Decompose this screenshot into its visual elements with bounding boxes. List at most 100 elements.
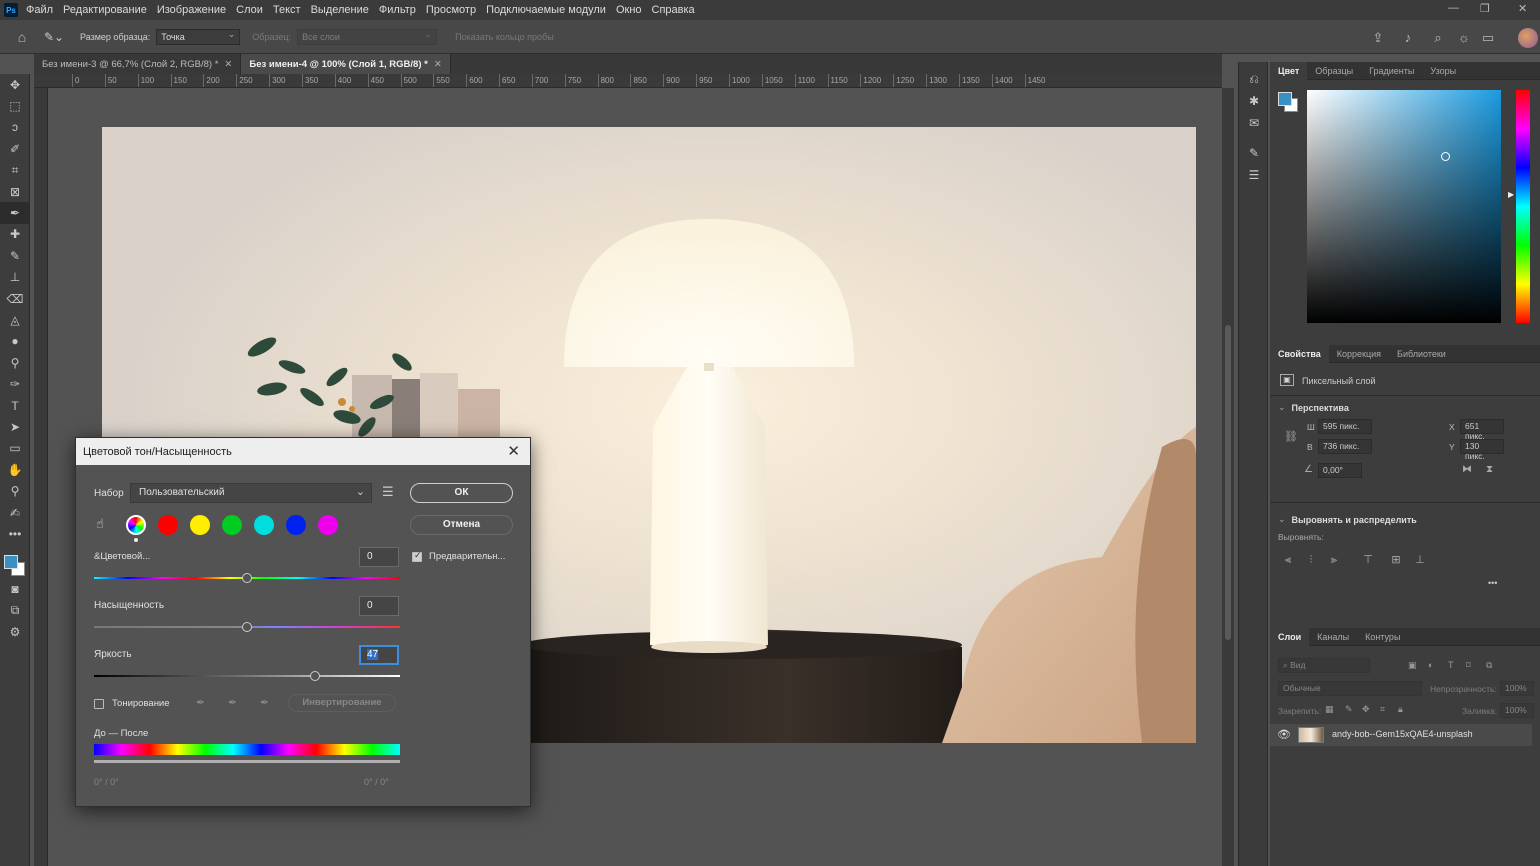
scrollbar-thumb[interactable] [1225,325,1231,640]
show-ring-label[interactable]: Показать кольцо пробы [455,32,554,42]
ok-button[interactable]: ОК [410,483,513,503]
close-icon[interactable]: ✕ [507,442,520,460]
eyedropper-plus-icon[interactable]: ✒ [228,696,237,709]
quick-mask-icon[interactable]: ◙ [0,579,30,600]
lock-transparent-icon[interactable]: ▦ [1325,704,1334,715]
lightness-slider[interactable] [94,675,400,677]
hue-slider-knob[interactable] [242,573,252,583]
menu-layer[interactable]: Слои [236,4,263,16]
comments-icon[interactable]: ✉ [1239,112,1269,134]
close-window-icon[interactable]: ✕ [1518,2,1527,15]
channel-blue-swatch[interactable] [286,515,306,535]
eyedropper-tool-icon[interactable]: ✒ [0,202,30,224]
height-field[interactable]: 736 пикс. [1318,439,1372,454]
eyedropper-preset-icon[interactable]: ✎⌄ [44,30,80,44]
preset-select[interactable]: Пользовательский ⌄ [130,483,372,503]
channel-red-swatch[interactable] [158,515,178,535]
more-options-icon[interactable]: ••• [1488,578,1497,588]
avatar[interactable] [1518,28,1538,48]
eyedropper-minus-icon[interactable]: ✒ [260,696,269,709]
home-icon[interactable]: ⌂ [0,29,44,45]
preset-menu-icon[interactable]: ☰ [382,484,394,500]
restore-icon[interactable]: ❐ [1480,2,1490,15]
lock-position-icon[interactable]: ✥ [1362,704,1370,715]
type-tool-icon[interactable]: T [0,395,30,416]
foreground-color-swatch[interactable] [4,554,18,569]
menu-help[interactable]: Справка [652,4,695,16]
filter-shape-icon[interactable]: ⌑ [1466,660,1471,671]
dialog-titlebar[interactable]: Цветовой тон/Насыщенность ✕ [76,438,530,465]
menu-image[interactable]: Изображение [157,4,226,16]
lightness-slider-knob[interactable] [310,671,320,681]
path-select-tool-icon[interactable]: ➤ [0,416,30,437]
pen-tool-icon[interactable]: ✑ [0,373,30,394]
sample-size-select[interactable]: Точка [156,28,241,45]
menu-filter[interactable]: Фильтр [379,4,416,16]
rectangle-tool-icon[interactable]: ▭ [0,438,30,459]
adjustments-icon[interactable]: ☰ [1239,164,1269,186]
brush-tool-icon[interactable]: ✎ [0,245,30,266]
angle-field[interactable]: 0,00° [1318,463,1362,478]
channel-yellow-swatch[interactable] [190,515,210,535]
menu-select[interactable]: Выделение [311,4,369,16]
crop-tool-icon[interactable]: ⌗ [0,160,30,181]
menu-window[interactable]: Окно [616,4,642,16]
eye-visibility-icon[interactable]: 👁︎ [1277,728,1291,741]
zoom-tool-icon[interactable]: ⚲ [0,480,30,501]
tab-swatches[interactable]: Образцы [1307,62,1361,80]
tab-libraries[interactable]: Библиотеки [1389,345,1454,363]
tab-document-3[interactable]: Без имени-3 @ 66,7% (Слой 2, RGB/8) * ✕ [34,54,242,74]
align-section-title[interactable]: Выровнять и распределить [1278,514,1417,525]
align-left-icon[interactable]: ⫷ [1282,554,1294,566]
share-icon[interactable]: ⇪ [1370,30,1386,46]
workspace-icon[interactable]: ▭ [1480,30,1496,46]
link-icon[interactable]: ⛓ [1284,430,1298,443]
hue-slider-marker[interactable]: ▶ [1508,190,1514,199]
filter-pixel-icon[interactable]: ▣ [1408,660,1417,671]
bucket-tool-icon[interactable]: ◬ [0,309,30,330]
filter-type-icon[interactable]: T [1448,660,1454,670]
color-chips[interactable] [0,545,29,579]
master-channel-icon[interactable] [126,515,146,535]
quick-select-tool-icon[interactable]: ✐ [0,138,30,159]
hand-tool-icon[interactable]: ✋ [0,459,30,480]
healing-tool-icon[interactable]: ✚ [0,224,30,245]
color-field[interactable] [1307,90,1501,323]
tab-properties[interactable]: Свойства [1270,344,1329,363]
filter-adjust-icon[interactable]: ◐ [1428,660,1433,670]
align-right-icon[interactable]: ⫸ [1328,554,1340,566]
hue-input[interactable]: 0 [359,547,399,567]
flip-horizontal-icon[interactable]: ⧓ [1462,464,1472,475]
lightbulb-icon[interactable]: ☼ [1456,30,1472,46]
menu-file[interactable]: Файл [26,4,53,16]
tab-patterns[interactable]: Узоры [1422,62,1464,80]
more-tools-icon[interactable]: ••• [0,523,30,544]
tab-color[interactable]: Цвет [1270,61,1308,80]
saturation-slider-knob[interactable] [242,622,252,632]
tab-gradients[interactable]: Градиенты [1361,62,1422,80]
lock-artboard-icon[interactable]: ⌗ [1380,704,1385,715]
y-field[interactable]: 130 пикс. [1460,439,1504,461]
colorize-checkbox[interactable] [94,699,104,709]
tab-paths[interactable]: Контуры [1357,628,1408,646]
hue-slider[interactable] [1516,90,1530,323]
flip-vertical-icon[interactable]: ⧗ [1486,464,1493,475]
menu-plugins[interactable]: Подключаемые модули [486,4,606,16]
content-credentials-icon[interactable]: ⚙ [0,621,30,642]
dodge-tool-icon[interactable]: ⚲ [0,352,30,373]
search-icon[interactable]: ⌕ [1430,30,1446,46]
screen-mode-icon[interactable]: ⧉ [0,600,30,621]
menu-type[interactable]: Текст [273,4,301,16]
blend-mode-select[interactable]: Обычные [1278,681,1422,696]
align-top-icon[interactable]: ⊤ [1362,554,1374,566]
actions-icon[interactable]: ✱ [1239,90,1269,112]
channel-cyan-swatch[interactable] [254,515,274,535]
tab-document-4[interactable]: Без имени-4 @ 100% (Слой 1, RGB/8) * ✕ [241,54,451,74]
stamp-tool-icon[interactable]: ⊥ [0,267,30,288]
align-bottom-icon[interactable]: ⊥ [1414,554,1426,566]
perspective-section-title[interactable]: Перспектива [1278,402,1349,413]
minimize-icon[interactable]: — [1448,2,1459,14]
saturation-input[interactable]: 0 [359,596,399,616]
align-center-h-icon[interactable]: ⫶ [1305,554,1317,566]
fill-field[interactable]: 100% [1500,703,1534,718]
